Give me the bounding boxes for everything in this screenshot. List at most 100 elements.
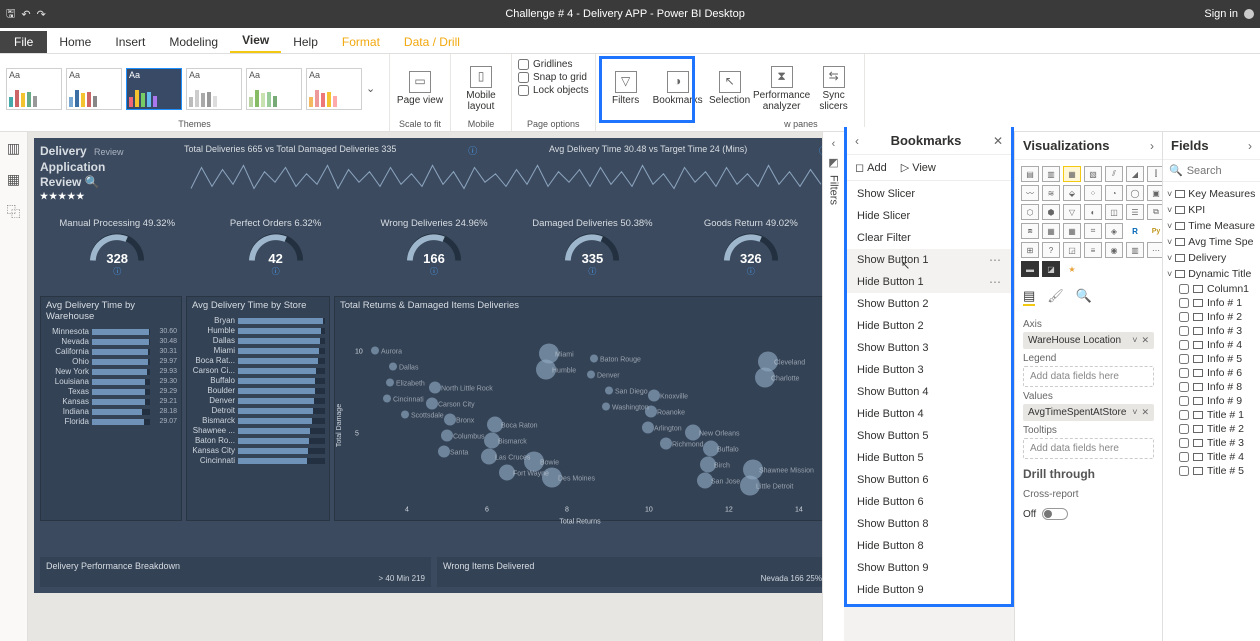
more-icon[interactable]: ⋯ [989,275,1001,289]
field-item[interactable]: Title # 1 [1165,408,1258,422]
cross-report-toggle[interactable]: Off [1015,506,1162,522]
tab-file[interactable]: File [0,31,47,53]
field-checkbox[interactable] [1179,326,1189,336]
bar-row[interactable]: Indiana 28.18 [45,407,177,416]
bar-row[interactable]: Carson Ci... [191,366,325,375]
more-icon[interactable]: ⋯ [989,253,1001,267]
bookmark-item[interactable]: Show Button 1 ⋯ ↖ [847,249,1011,271]
viz-waterfall-icon[interactable]: ⬙ [1063,185,1081,201]
field-checkbox[interactable] [1179,452,1189,462]
data-view-icon[interactable]: ▦ [7,171,20,188]
panel-scatter[interactable]: Total Returns & Damaged Items Deliveries… [334,296,822,521]
filters-pane-collapsed[interactable]: ‹ ◩ Filters [822,132,844,641]
field-item[interactable]: Info # 3 [1165,324,1258,338]
bar-row[interactable]: Humble [191,326,325,335]
viz-keyinflu-icon[interactable]: ◈ [1105,223,1123,239]
field-item[interactable]: Info # 1 [1165,296,1258,310]
snap-to-grid-checkbox[interactable]: Snap to grid [518,71,587,84]
mobile-layout-button[interactable]: ▯Mobile layout [457,66,505,112]
info-icon[interactable]: ⓘ [819,144,822,157]
field-item[interactable]: Info # 9 [1165,394,1258,408]
bar-row[interactable]: Baton Ro... [191,436,325,445]
bookmark-item[interactable]: Hide Button 6 ⋯ [847,491,1011,513]
bar-row[interactable]: Cincinnati [191,456,325,465]
lock-objects-checkbox[interactable]: Lock objects [518,84,589,97]
fields-search[interactable]: 🔍 [1163,160,1260,182]
tab-view[interactable]: View [230,29,281,53]
chevron-right-icon[interactable]: › [1150,139,1154,153]
viz-donut-icon[interactable]: ◯ [1126,185,1144,201]
field-table[interactable]: ˅ Dynamic Title [1165,266,1258,282]
theme-swatch-4[interactable]: Aa [186,68,242,110]
bar-row[interactable]: New York 29.93 [45,367,177,376]
chevron-right-icon[interactable]: › [1248,139,1252,153]
viz-mrow-icon[interactable]: ☰ [1126,204,1144,220]
field-checkbox[interactable] [1179,368,1189,378]
tab-help[interactable]: Help [281,31,330,53]
bookmark-add-button[interactable]: ◻ Add [855,161,887,174]
theme-swatch-1[interactable]: Aa [6,68,62,110]
signin-link[interactable]: Sign in [1204,8,1238,20]
chevron-left-icon[interactable]: ‹ [832,138,836,150]
bookmark-item[interactable]: Show Button 9 ⋯ [847,557,1011,579]
kpi-card[interactable]: Perfect Orders 6.32% 42 ⓘ [198,218,352,277]
field-item[interactable]: Info # 8 [1165,380,1258,394]
field-checkbox[interactable] [1179,382,1189,392]
info-icon[interactable]: ⓘ [468,144,477,157]
tab-modeling[interactable]: Modeling [157,31,230,53]
viz-narrative-icon[interactable]: ◲ [1063,242,1081,258]
viz-scatter-icon[interactable]: ⁘ [1084,185,1102,201]
field-item[interactable]: Column1 [1165,282,1258,296]
bookmark-item[interactable]: Show Button 5 ⋯ [847,425,1011,447]
bookmark-item[interactable]: Hide Button 9 ⋯ [847,579,1011,601]
viz-arcgis-icon[interactable]: ◉ [1105,242,1123,258]
viz-line-icon[interactable]: ⫽ [1105,166,1123,182]
bookmark-item[interactable]: Hide Button 8 ⋯ [847,535,1011,557]
search-input[interactable] [1187,165,1247,177]
bar-row[interactable]: Dallas [191,336,325,345]
chevron-down-icon[interactable]: ˅ [1132,407,1137,418]
field-checkbox[interactable] [1179,466,1189,476]
viz-qa-icon[interactable]: ? [1042,242,1060,258]
viz-r-icon[interactable]: R [1126,223,1144,239]
field-checkbox[interactable] [1179,396,1189,406]
perf-analyzer-button[interactable]: ⧗Performance analyzer [758,66,806,112]
viz-custom1-icon[interactable]: ▬ [1021,261,1039,277]
bookmark-item[interactable]: Hide Button 4 ⋯ [847,403,1011,425]
field-table[interactable]: ˅ Key Measures [1165,186,1258,202]
info-icon[interactable]: ⓘ [515,266,669,277]
field-table[interactable]: ˅ Time Measure [1165,218,1258,234]
field-item[interactable]: Title # 3 [1165,436,1258,450]
bookmark-item[interactable]: Show Slicer ⋯ [847,183,1011,205]
field-checkbox[interactable] [1179,424,1189,434]
selection-pane-button[interactable]: ↖Selection [706,71,754,106]
avatar-icon[interactable] [1244,9,1254,19]
field-checkbox[interactable] [1179,284,1189,294]
viz-card-icon[interactable]: ◫ [1105,204,1123,220]
bar-row[interactable]: Kansas 29.21 [45,397,177,406]
bookmark-item[interactable]: Hide Button 2 ⋯ [847,315,1011,337]
search-icon[interactable]: 🔍 [85,175,100,189]
save-icon[interactable]: 🖫 [6,5,15,24]
bookmark-item[interactable]: Show Button 3 ⋯ [847,337,1011,359]
themes-dropdown-icon[interactable]: ⌄ [366,82,375,95]
kpi-card[interactable]: Goods Return 49.02% 326 ⓘ [674,218,822,277]
legend-well[interactable]: Add data fields here [1023,366,1154,387]
viz-decomp-icon[interactable]: ⊞ [1021,242,1039,258]
bookmark-item[interactable]: Show Button 4 ⋯ [847,381,1011,403]
sync-slicers-button[interactable]: ⇆Sync slicers [810,66,858,112]
info-icon[interactable]: ⓘ [198,266,352,277]
theme-swatch-3[interactable]: Aa [126,68,182,110]
info-icon[interactable]: ⓘ [357,266,511,277]
field-table[interactable]: ˅ KPI [1165,202,1258,218]
panel-wrong-items[interactable]: Wrong Items Delivered Nevada 166 25% [437,557,822,587]
field-table[interactable]: ˅ Delivery [1165,250,1258,266]
chevron-down-icon[interactable]: ˅ [1132,335,1137,346]
bar-row[interactable]: Boulder [191,386,325,395]
bookmark-item[interactable]: Show Button 8 ⋯ [847,513,1011,535]
viz-gauge-icon[interactable]: ◐ [1084,204,1102,220]
field-checkbox[interactable] [1179,298,1189,308]
viz-slicer-icon[interactable]: ⧈ [1021,223,1039,239]
bar-row[interactable]: Denver [191,396,325,405]
tab-format[interactable]: Format [330,31,392,53]
